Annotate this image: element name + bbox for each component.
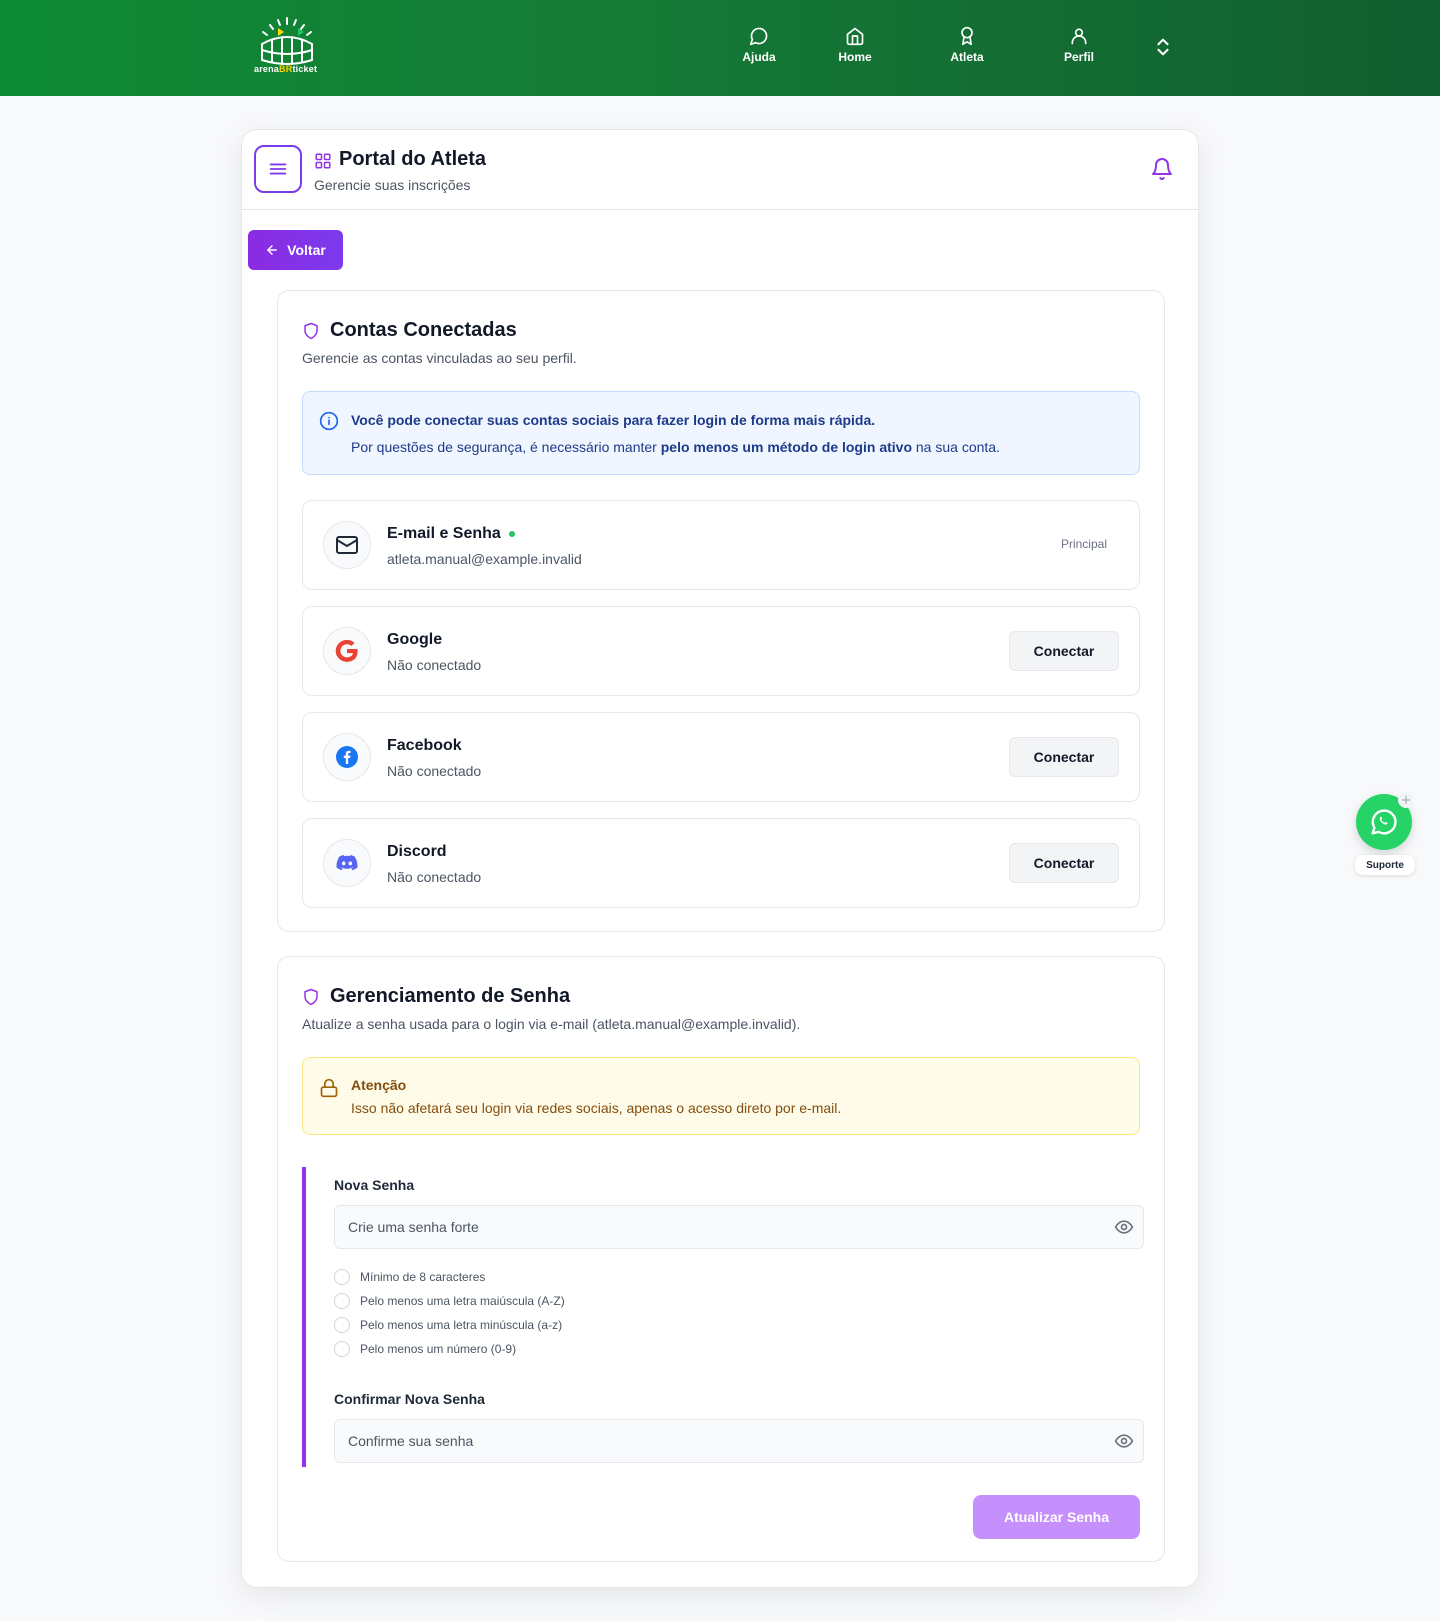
facebook-icon: [323, 733, 371, 781]
drag-handle[interactable]: [1398, 792, 1414, 808]
lock-icon: [320, 1078, 338, 1098]
google-icon: [323, 627, 371, 675]
arrow-left-icon: [267, 245, 277, 255]
eye-icon: [1114, 1434, 1134, 1448]
account-status: Não conectado: [387, 657, 482, 673]
toggle-confirm-password-visibility[interactable]: [1108, 1431, 1140, 1451]
whatsapp-icon: [1371, 809, 1397, 835]
account-name: E-mail e Senha: [387, 525, 515, 543]
account-name: Discord: [387, 843, 447, 860]
nav-perfil[interactable]: Perfil: [1044, 26, 1114, 64]
confirm-password-label: Confirmar Nova Senha: [334, 1391, 485, 1407]
bell-icon: [1152, 158, 1172, 180]
requirement-check-circle: [334, 1269, 350, 1285]
shield-icon: [304, 988, 318, 1005]
support-label: Suporte: [1355, 855, 1415, 875]
active-status-dot: [508, 531, 515, 537]
warning-text: Isso não afetará seu login via redes soc…: [351, 1100, 842, 1116]
nav-perfil-label: Perfil: [1063, 50, 1094, 64]
account-status: atleta.manual@example.invalid: [387, 551, 582, 567]
account-email: E-mail e Senha atleta.manual@example.inv…: [302, 500, 1140, 590]
user-icon: [1071, 28, 1087, 45]
nav-atleta[interactable]: Atleta: [932, 26, 1002, 64]
discord-icon: [323, 839, 371, 887]
requirement-check-circle: [334, 1341, 350, 1357]
portal-header: Portal do Atleta Gerencie suas inscriçõe…: [242, 130, 1198, 210]
logo-wordmark: arenaBRticket: [254, 64, 318, 74]
password-form: Nova Senha Mínimo de 8 caracteres Pelo m…: [302, 1167, 1144, 1467]
connect-google-button[interactable]: Conectar: [1009, 631, 1119, 671]
page-subtitle: Gerencie suas inscrições: [314, 177, 471, 193]
warning-title: Atenção: [351, 1077, 407, 1093]
back-button-label: Voltar: [287, 242, 326, 258]
connected-accounts-title: Contas Conectadas: [302, 319, 517, 342]
account-name: Facebook: [387, 737, 462, 754]
portal-card: Portal do Atleta Gerencie suas inscriçõe…: [241, 129, 1199, 1588]
chat-bubble-icon: [749, 27, 768, 46]
notifications-button[interactable]: [1150, 157, 1174, 186]
connect-discord-button[interactable]: Conectar: [1009, 843, 1119, 883]
chevrons-up-down-icon: [1157, 38, 1169, 56]
shield-icon: [304, 322, 318, 339]
top-navbar: arenaBRticket Ajuda Home Atleta Perfil: [0, 0, 1440, 96]
new-password-input[interactable]: [334, 1205, 1144, 1249]
eye-icon: [1114, 1220, 1134, 1234]
requirement-item: Pelo menos um número (0-9): [334, 1341, 516, 1357]
nav-ajuda[interactable]: Ajuda: [724, 26, 794, 64]
requirement-item: Pelo menos uma letra maiúscula (A-Z): [334, 1293, 565, 1309]
account-name: Google: [387, 631, 443, 648]
connected-accounts-section: Contas Conectadas Gerencie as contas vin…: [277, 290, 1165, 932]
info-callout: Você pode conectar suas contas sociais p…: [302, 391, 1140, 475]
back-button[interactable]: Voltar: [248, 230, 343, 270]
toggle-new-password-visibility[interactable]: [1108, 1217, 1140, 1237]
confirm-password-input[interactable]: [334, 1419, 1144, 1463]
nav-ajuda-label: Ajuda: [742, 50, 776, 64]
password-section-subtitle: Atualize a senha usada para o login via …: [302, 1016, 801, 1032]
info-line-1: Você pode conectar suas contas sociais p…: [351, 412, 876, 428]
account-google: Google Não conectado Conectar: [302, 606, 1140, 696]
move-icon: [1401, 795, 1411, 805]
update-password-button[interactable]: Atualizar Senha: [973, 1495, 1140, 1539]
account-discord: Discord Não conectado Conectar: [302, 818, 1140, 908]
nav-home-label: Home: [838, 50, 872, 64]
nav-atleta-label: Atleta: [950, 50, 984, 64]
nav-expand-toggle[interactable]: [1152, 36, 1174, 63]
requirement-check-circle: [334, 1317, 350, 1333]
connect-facebook-button[interactable]: Conectar: [1009, 737, 1119, 777]
requirement-item: Pelo menos uma letra minúscula (a-z): [334, 1317, 562, 1333]
warning-callout: Atenção Isso não afetará seu login via r…: [302, 1057, 1140, 1135]
mail-icon: [323, 521, 371, 569]
nav-home[interactable]: Home: [820, 26, 890, 64]
account-status: Não conectado: [387, 869, 482, 885]
page-title: Portal do Atleta: [339, 148, 487, 170]
home-icon: [846, 27, 864, 46]
info-icon: [319, 411, 339, 431]
hamburger-icon: [269, 163, 287, 175]
requirement-item: Mínimo de 8 caracteres: [334, 1269, 485, 1285]
medal-icon: [961, 26, 973, 46]
requirement-check-circle: [334, 1293, 350, 1309]
account-facebook: Facebook Não conectado Conectar: [302, 712, 1140, 802]
primary-tag: Principal: [1060, 537, 1107, 551]
connected-accounts-subtitle: Gerencie as contas vinculadas ao seu per…: [302, 350, 577, 366]
account-status: Não conectado: [387, 763, 482, 779]
grid-icon: [315, 153, 331, 169]
password-section: Gerenciamento de Senha Atualize a senha …: [277, 956, 1165, 1562]
new-password-label: Nova Senha: [334, 1177, 415, 1193]
password-section-title: Gerenciamento de Senha: [302, 985, 570, 1008]
info-line-2: Por questões de segurança, é necessário …: [351, 439, 1000, 455]
menu-button[interactable]: [254, 145, 302, 193]
